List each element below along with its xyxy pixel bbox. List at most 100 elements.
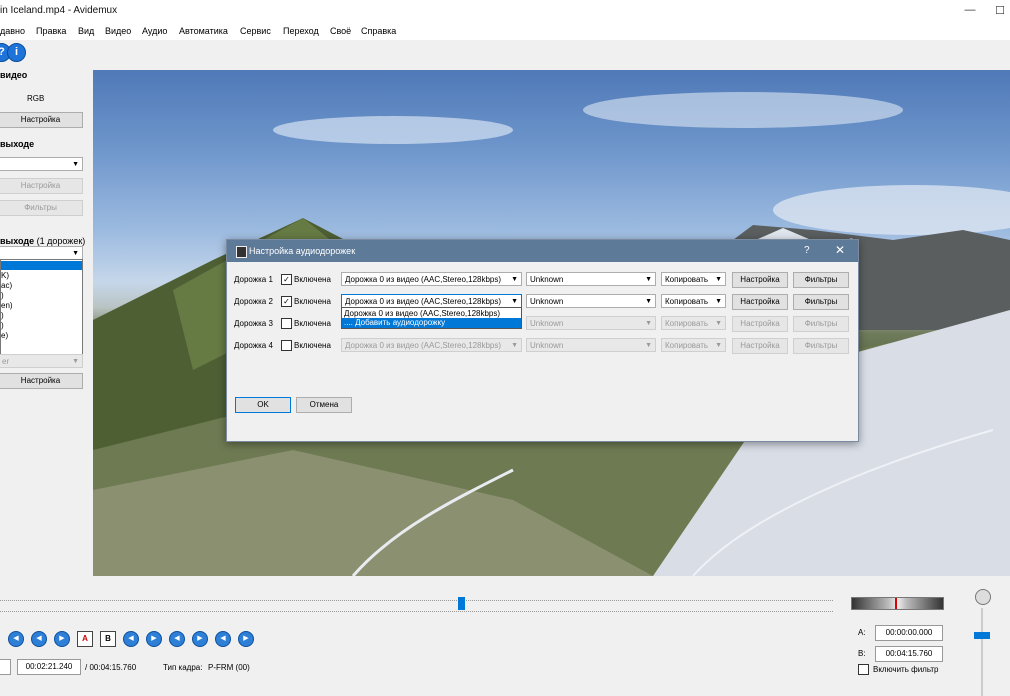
track-1-label: Дорожка 1 bbox=[234, 275, 273, 284]
track-2-enabled-label: Включена bbox=[294, 297, 331, 306]
ok-button[interactable]: OK bbox=[235, 397, 291, 413]
volume-slider[interactable] bbox=[981, 608, 983, 696]
dropdown-option[interactable]: Дорожка 0 из видео (AAC,Stereo,128kbps) bbox=[344, 309, 500, 318]
speaker-icon[interactable] bbox=[975, 589, 991, 605]
next-frame-icon[interactable]: ▶ bbox=[146, 631, 162, 647]
menu-custom[interactable]: Своё bbox=[330, 26, 351, 36]
current-time-field[interactable]: 00:02:21.240 bbox=[17, 659, 81, 675]
next-black-icon[interactable]: ▶ bbox=[238, 631, 254, 647]
list-item[interactable]: ) bbox=[1, 321, 4, 330]
prev-keyframe-icon[interactable]: ◀ bbox=[31, 631, 47, 647]
list-item[interactable]: ) bbox=[1, 291, 4, 300]
track-1-language-combo[interactable]: Unknown ▼ bbox=[526, 272, 656, 286]
menu-video[interactable]: Видео bbox=[105, 26, 131, 36]
track-3-enabled-label: Включена bbox=[294, 319, 331, 328]
enable-filter-checkbox[interactable] bbox=[858, 664, 869, 675]
video-config-button[interactable]: Настройка bbox=[0, 112, 83, 128]
track-2-language-combo[interactable]: Unknown ▼ bbox=[526, 294, 656, 308]
next-keyframe-icon[interactable]: ▶ bbox=[54, 631, 70, 647]
rewind-icon[interactable]: ◀ bbox=[8, 631, 24, 647]
volume-slider-thumb[interactable] bbox=[974, 632, 990, 639]
list-item[interactable]: ac) bbox=[1, 281, 12, 290]
dialog-title-bar: Настройка аудиодорожек ? ✕ bbox=[227, 240, 858, 262]
menu-auto[interactable]: Автоматика bbox=[179, 26, 228, 36]
track-4-filters-button[interactable]: Фильтры bbox=[793, 338, 849, 354]
track-2-label: Дорожка 2 bbox=[234, 297, 273, 306]
info-icon[interactable]: i bbox=[7, 43, 26, 62]
track-4-config-button[interactable]: Настройка bbox=[732, 338, 788, 354]
track-3-codec-combo[interactable]: Копировать ▼ bbox=[661, 316, 726, 330]
list-item-selected[interactable] bbox=[1, 261, 82, 270]
track-3-config-button[interactable]: Настройка bbox=[732, 316, 788, 332]
time-spin-left[interactable] bbox=[0, 659, 11, 675]
output-config-button[interactable]: Настройка bbox=[0, 178, 83, 194]
marker-a-label: A: bbox=[858, 628, 866, 637]
prev-black-icon[interactable]: ◀ bbox=[215, 631, 231, 647]
audio-codec-list[interactable]: K) ac) ) en) ) ) e) bbox=[0, 259, 83, 357]
volume-meter bbox=[851, 597, 944, 610]
menu-audio[interactable]: Аудио bbox=[142, 26, 167, 36]
marker-b-label: B: bbox=[858, 649, 866, 658]
menu-bar: давно Правка Вид Видео Аудио Автоматика … bbox=[0, 23, 1010, 41]
track-1-codec-combo[interactable]: Копировать ▼ bbox=[661, 272, 726, 286]
track-2-enabled-checkbox[interactable]: ✓ bbox=[281, 296, 292, 307]
cancel-button[interactable]: Отмена bbox=[296, 397, 352, 413]
muxer-config-button[interactable]: Настройка bbox=[0, 373, 83, 389]
chevron-down-icon: ▼ bbox=[72, 358, 79, 365]
menu-tools[interactable]: Сервис bbox=[240, 26, 271, 36]
timeline-slider[interactable] bbox=[0, 600, 833, 612]
track-3-enabled-checkbox[interactable] bbox=[281, 318, 292, 329]
track-2-filters-button[interactable]: Фильтры bbox=[793, 294, 849, 310]
output-filters-button[interactable]: Фильтры bbox=[0, 200, 83, 216]
track-1-source-combo[interactable]: Дорожка 0 из видео (AAC,Stereo,128kbps) ▼ bbox=[341, 272, 522, 286]
list-item[interactable]: e) bbox=[1, 331, 8, 340]
toolbar: ? i bbox=[0, 40, 1010, 65]
track-4-source-combo[interactable]: Дорожка 0 из видео (AAC,Stereo,128kbps) ▼ bbox=[341, 338, 522, 352]
chevron-down-icon: ▼ bbox=[715, 276, 722, 283]
track-4-codec-combo[interactable]: Копировать ▼ bbox=[661, 338, 726, 352]
menu-file[interactable]: давно bbox=[0, 26, 25, 36]
track-3-filters-button[interactable]: Фильтры bbox=[793, 316, 849, 332]
minimize-button[interactable]: — bbox=[955, 4, 985, 16]
marker-b-icon[interactable]: B bbox=[100, 631, 116, 647]
menu-edit[interactable]: Правка bbox=[36, 26, 66, 36]
menu-view[interactable]: Вид bbox=[78, 26, 94, 36]
track-2-config-button[interactable]: Настройка bbox=[732, 294, 788, 310]
track-2-source-dropdown-list[interactable]: Дорожка 0 из видео (AAC,Stereo,128kbps) … bbox=[341, 307, 522, 329]
marker-a-icon[interactable]: A bbox=[77, 631, 93, 647]
track-3-language-combo[interactable]: Unknown ▼ bbox=[526, 316, 656, 330]
chevron-down-icon: ▼ bbox=[645, 342, 652, 349]
dialog-close-button[interactable]: ✕ bbox=[835, 243, 845, 257]
track-1-config-button[interactable]: Настройка bbox=[732, 272, 788, 288]
chevron-down-icon: ▼ bbox=[715, 342, 722, 349]
list-item[interactable]: ) bbox=[1, 311, 4, 320]
muxer-combo[interactable]: er ▼ bbox=[0, 354, 83, 368]
track-1-enabled-checkbox[interactable]: ✓ bbox=[281, 274, 292, 285]
back-one-minute-icon[interactable]: ◀ bbox=[169, 631, 185, 647]
list-item[interactable]: en) bbox=[1, 301, 13, 310]
menu-help[interactable]: Справка bbox=[361, 26, 396, 36]
prev-frame-icon[interactable]: ◀ bbox=[123, 631, 139, 647]
dialog-help-button[interactable]: ? bbox=[804, 245, 810, 256]
track-4-enabled-checkbox[interactable] bbox=[281, 340, 292, 351]
video-codec-value: RGB bbox=[27, 94, 45, 103]
track-4-language-combo[interactable]: Unknown ▼ bbox=[526, 338, 656, 352]
track-4-label: Дорожка 4 bbox=[234, 341, 273, 350]
clapperboard-icon bbox=[236, 246, 247, 258]
video-output-header: выходе bbox=[0, 139, 35, 149]
list-item[interactable]: K) bbox=[1, 271, 9, 280]
track-2-codec-combo[interactable]: Копировать ▼ bbox=[661, 294, 726, 308]
dropdown-option-add-track[interactable]: .... Добавить аудиодорожку bbox=[342, 318, 521, 328]
forward-one-minute-icon[interactable]: ▶ bbox=[192, 631, 208, 647]
track-1-filters-button[interactable]: Фильтры bbox=[793, 272, 849, 288]
track-2-source-combo[interactable]: Дорожка 0 из видео (AAC,Stereo,128kbps) ▼ bbox=[341, 294, 522, 308]
enable-filter-label: Включить фильтр bbox=[873, 665, 939, 674]
video-output-combo[interactable]: ▼ bbox=[0, 157, 83, 171]
chevron-down-icon: ▼ bbox=[511, 342, 518, 349]
audio-output-combo[interactable]: ▼ bbox=[0, 246, 83, 260]
track-1-enabled-label: Включена bbox=[294, 275, 331, 284]
menu-go[interactable]: Переход bbox=[283, 26, 319, 36]
timeline-slider-thumb[interactable] bbox=[458, 597, 465, 610]
track-4-enabled-label: Включена bbox=[294, 341, 331, 350]
maximize-button[interactable]: ☐ bbox=[985, 4, 1010, 17]
